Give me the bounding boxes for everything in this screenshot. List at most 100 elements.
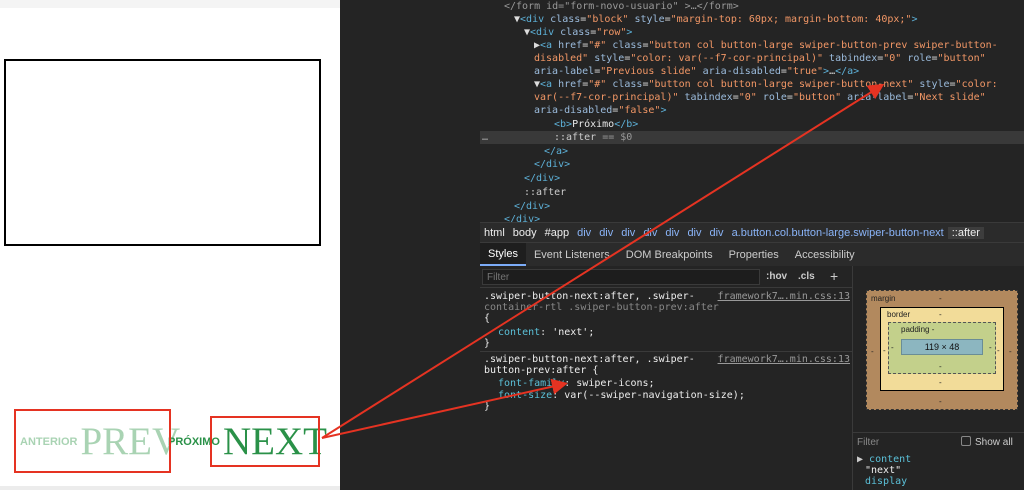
dom-node-line[interactable]: </form id="form-novo-usuario" >…</form>: [480, 0, 1024, 13]
dom-node-line[interactable]: ::after == $0…: [480, 131, 1024, 144]
rule2-source-link[interactable]: framework7….min.css:13: [718, 354, 850, 366]
rule1-selector-2: container-rtl .swiper-button-prev:after: [484, 302, 719, 313]
annotation-box-prev: [14, 409, 171, 473]
dom-node-line[interactable]: <b>Próximo</b>: [480, 118, 1024, 131]
margin-bottom-value: -: [939, 397, 942, 406]
dom-node-line[interactable]: ▼<div class="row">: [480, 26, 1024, 39]
computed-prop: content: [869, 454, 912, 465]
border-left-value: -: [883, 346, 886, 355]
rule2-declaration-2[interactable]: font-size: var(--swiper-navigation-size)…: [498, 390, 745, 402]
breadcrumb-item[interactable]: div: [706, 227, 728, 239]
rule1-close: }: [484, 338, 491, 349]
top-strip: [0, 0, 340, 8]
breadcrumb-item[interactable]: ::after: [947, 226, 984, 239]
styles-tabs: Styles Event Listeners DOM Breakpoints Prop…: [480, 242, 1024, 266]
box-model-border: border - - - - padding - - - - 119 × 48: [880, 307, 1004, 391]
dom-node-line[interactable]: ▶<a href="#" class="button col button-la…: [480, 39, 1024, 52]
breadcrumb: html body #app div div div div div div div a.butto…: [480, 222, 1024, 242]
box-model-pane: margin - - - - border - - - - padding - …: [852, 266, 1024, 490]
computed-display-row[interactable]: display: [857, 476, 911, 487]
breadcrumb-item[interactable]: div: [595, 227, 617, 239]
rule2-declaration-1[interactable]: font-family: swiper-icons;: [498, 378, 655, 390]
rule2-prop1: font-family: [498, 378, 565, 389]
breadcrumb-item[interactable]: div: [639, 227, 661, 239]
elements-tree: </form id="form-novo-usuario" >…</form> ▼…: [480, 0, 1024, 222]
rule2-value2: var(--swiper-navigation-size);: [564, 390, 745, 401]
box-model-padding: padding - - - - 119 × 48: [888, 322, 996, 374]
annotation-box-next: [210, 416, 320, 467]
dom-node-line[interactable]: ▼<a href="#" class="button col button-la…: [480, 78, 1024, 91]
padding-right-value: -: [989, 343, 992, 352]
breadcrumb-item[interactable]: div: [683, 227, 705, 239]
rule2-prop2: font-size: [498, 390, 553, 401]
box-model-content: 119 × 48: [901, 339, 983, 355]
tab-accessibility[interactable]: Accessibility: [787, 243, 863, 266]
style-rule-2: .swiper-button-next:after, .swiper- fram…: [480, 354, 852, 414]
rule2-selector-2: button-prev:after {: [484, 365, 599, 376]
border-right-value: -: [997, 346, 1000, 355]
computed-content-value-row: "next": [857, 465, 911, 476]
breadcrumb-item[interactable]: a.button.col.button-large.swiper-button-…: [728, 227, 948, 239]
breadcrumb-item[interactable]: div: [573, 227, 595, 239]
dom-node-line[interactable]: </div>: [480, 200, 1024, 213]
rule1-open: {: [484, 313, 491, 324]
border-label: border: [887, 310, 911, 319]
tab-event-listeners[interactable]: Event Listeners: [526, 243, 618, 266]
computed-content-row[interactable]: ▶ content: [857, 454, 911, 465]
rule2-value1: swiper-icons;: [576, 378, 655, 389]
dom-node-line[interactable]: var(--f7-cor-principal)" tabindex="0" ro…: [480, 91, 1024, 104]
page-preview: ANTERIOR PREV PRÓXIMO NEXT: [0, 0, 340, 490]
margin-label: margin: [871, 294, 896, 303]
styles-pane: :hov .cls + .swiper-button-next:after, .…: [480, 266, 852, 490]
bottom-strip: [0, 486, 340, 490]
computed-filter-bar: Filter Show all: [853, 432, 1024, 450]
dom-node-line[interactable]: aria-disabled="false">: [480, 104, 1024, 117]
styles-filter-bar: :hov .cls +: [480, 266, 852, 288]
dom-node-line[interactable]: </div>: [480, 172, 1024, 185]
breadcrumb-item[interactable]: div: [617, 227, 639, 239]
cls-toggle[interactable]: .cls: [798, 271, 815, 282]
box-model-margin: margin - - - - border - - - - padding - …: [866, 290, 1018, 410]
rule2-close: }: [484, 401, 491, 412]
new-rule-button[interactable]: +: [830, 268, 838, 284]
computed-prop-display: display: [865, 476, 908, 487]
padding-label: padding -: [901, 325, 935, 334]
rule1-source-link[interactable]: framework7….min.css:13: [718, 291, 850, 303]
border-bottom-value: -: [939, 378, 942, 387]
breadcrumb-item[interactable]: #app: [541, 227, 573, 239]
computed-list: ▶ content "next" display: [857, 454, 911, 487]
style-rule-1: .swiper-button-next:after, .swiper- fram…: [480, 291, 852, 349]
margin-left-value: -: [871, 347, 874, 356]
show-all-checkbox[interactable]: [961, 436, 971, 446]
rule1-value: 'next';: [552, 327, 595, 338]
padding-left-value: -: [891, 343, 894, 352]
breadcrumb-item[interactable]: body: [509, 227, 541, 239]
tab-dom-breakpoints[interactable]: DOM Breakpoints: [618, 243, 721, 266]
dom-node-line[interactable]: ▼<div class="block" style="margin-top: 6…: [480, 13, 1024, 26]
computed-filter-input[interactable]: Filter: [857, 437, 879, 448]
margin-right-value: -: [1009, 347, 1012, 356]
styles-filter-input[interactable]: [482, 269, 760, 285]
hov-toggle[interactable]: :hov: [766, 271, 787, 282]
breadcrumb-item[interactable]: html: [480, 227, 509, 239]
computed-value: "next": [865, 465, 902, 476]
breadcrumb-item[interactable]: div: [661, 227, 683, 239]
show-all-label: Show all: [975, 437, 1013, 448]
dom-node-line[interactable]: </div>: [480, 158, 1024, 171]
padding-bottom-value: -: [939, 362, 942, 371]
dom-node-line[interactable]: </a>: [480, 145, 1024, 158]
devtools-panel: </form id="form-novo-usuario" >…</form> ▼…: [340, 0, 1024, 490]
rule1-declaration[interactable]: content: 'next';: [498, 327, 594, 339]
border-top-value: -: [939, 310, 942, 319]
tab-properties[interactable]: Properties: [721, 243, 787, 266]
devtools-gutter: [340, 0, 480, 490]
dom-node-line[interactable]: disabled" style="color: var(--f7-cor-pri…: [480, 52, 1024, 65]
dom-node-line[interactable]: ::after: [480, 186, 1024, 199]
dom-node-line[interactable]: aria-label="Previous slide" aria-disable…: [480, 65, 1024, 78]
margin-top-value: -: [939, 294, 942, 303]
dom-node-line[interactable]: </div>: [480, 213, 1024, 222]
content-box: [4, 59, 321, 246]
rule1-prop: content: [498, 327, 541, 338]
rule-divider: [480, 351, 852, 352]
tab-styles[interactable]: Styles: [480, 243, 526, 266]
